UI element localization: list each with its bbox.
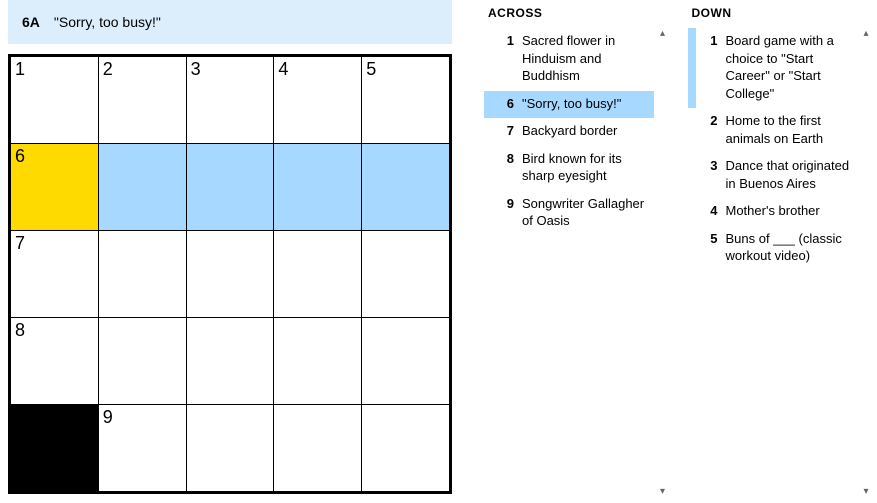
grid-cell[interactable]: 7 (11, 231, 98, 317)
grid-cell[interactable] (99, 318, 186, 404)
down-scrollbar[interactable]: ▴ ▾ (859, 28, 873, 497)
clue-number: 3 (700, 157, 718, 192)
grid-cell[interactable] (187, 318, 274, 404)
grid-cell[interactable] (362, 405, 449, 491)
current-clue-text: "Sorry, too busy!" (54, 14, 161, 30)
clue-text: Board game with a choice to "Start Caree… (726, 32, 854, 102)
clue-number: 5 (700, 230, 718, 265)
clue-number: 1 (496, 32, 514, 85)
down-header: DOWN (688, 6, 874, 20)
grid-cell[interactable] (187, 405, 274, 491)
grid-cell[interactable] (362, 318, 449, 404)
clues-panel: ACROSS 1Sacred flower in Hinduism and Bu… (460, 0, 877, 503)
cell-number: 8 (15, 320, 25, 341)
clue-number: 4 (700, 202, 718, 220)
cell-number: 4 (278, 59, 288, 80)
grid-cell[interactable]: 1 (11, 57, 98, 143)
clue-item[interactable]: 9Songwriter Gallagher of Oasis (484, 191, 654, 236)
clue-item[interactable]: 3Dance that originated in Buenos Aires (688, 153, 858, 198)
clue-number: 2 (700, 112, 718, 147)
grid-cell[interactable] (187, 144, 274, 230)
down-column: DOWN 1Board game with a choice to "Start… (688, 6, 874, 497)
grid-cell[interactable]: 9 (99, 405, 186, 491)
current-clue-label: 6A (22, 14, 40, 30)
clue-number: 8 (496, 150, 514, 185)
clue-text: Songwriter Gallagher of Oasis (522, 195, 650, 230)
clue-item[interactable]: 1Sacred flower in Hinduism and Buddhism (484, 28, 654, 91)
clue-item[interactable]: 4 Mother's brother (688, 198, 858, 226)
clue-item[interactable]: 7 Backyard border (484, 118, 654, 146)
grid-cell[interactable]: 3 (187, 57, 274, 143)
down-scroll: 1Board game with a choice to "Start Care… (688, 28, 874, 497)
across-column: ACROSS 1Sacred flower in Hinduism and Bu… (484, 6, 670, 497)
clue-text: Buns of ___ (classic workout video) (726, 230, 854, 265)
clue-text: "Sorry, too busy!" (522, 95, 650, 113)
clue-text: Sacred flower in Hinduism and Buddhism (522, 32, 650, 85)
puzzle-area: 6A "Sorry, too busy!" 1 2 3 4 5 6 7 8 9 (0, 0, 460, 503)
cell-number: 5 (366, 59, 376, 80)
scroll-down-icon[interactable]: ▾ (863, 486, 868, 497)
grid-cell (11, 405, 98, 491)
clue-item[interactable]: 6 "Sorry, too busy!" (484, 91, 654, 119)
scroll-up-icon[interactable]: ▴ (863, 28, 868, 39)
clue-number: 1 (700, 32, 718, 102)
across-header: ACROSS (484, 6, 670, 20)
grid-cell[interactable] (274, 231, 361, 317)
crossword-grid[interactable]: 1 2 3 4 5 6 7 8 9 (8, 54, 452, 494)
grid-cell[interactable]: 6 (11, 144, 98, 230)
cell-number: 9 (103, 407, 113, 428)
grid-cell[interactable]: 5 (362, 57, 449, 143)
clue-number: 9 (496, 195, 514, 230)
current-clue-bar: 6A "Sorry, too busy!" (8, 0, 452, 44)
clue-number: 7 (496, 122, 514, 140)
grid-cell[interactable]: 2 (99, 57, 186, 143)
grid-cell[interactable]: 4 (274, 57, 361, 143)
clue-number: 6 (496, 95, 514, 113)
grid-cell[interactable] (362, 231, 449, 317)
cell-number: 3 (191, 59, 201, 80)
grid-cell[interactable] (99, 144, 186, 230)
clue-item[interactable]: 2Home to the first animals on Earth (688, 108, 858, 153)
clue-text: Dance that originated in Buenos Aires (726, 157, 854, 192)
scroll-up-icon[interactable]: ▴ (660, 28, 665, 39)
grid-cell[interactable] (274, 405, 361, 491)
clue-text: Backyard border (522, 122, 650, 140)
across-list: 1Sacred flower in Hinduism and Buddhism6… (484, 28, 654, 497)
across-scrollbar[interactable]: ▴ ▾ (656, 28, 670, 497)
grid-cell[interactable]: 8 (11, 318, 98, 404)
grid-cell[interactable] (99, 231, 186, 317)
cell-number: 6 (15, 146, 25, 167)
clue-text: Bird known for its sharp eyesight (522, 150, 650, 185)
clue-text: Home to the first animals on Earth (726, 112, 854, 147)
clue-text: Mother's brother (726, 202, 854, 220)
scroll-down-icon[interactable]: ▾ (660, 486, 665, 497)
grid-cell[interactable] (274, 318, 361, 404)
cell-number: 1 (15, 59, 25, 80)
grid-cell[interactable] (362, 144, 449, 230)
clue-item[interactable]: 1Board game with a choice to "Start Care… (688, 28, 858, 108)
grid-cell[interactable] (274, 144, 361, 230)
cell-number: 7 (15, 233, 25, 254)
across-scroll: 1Sacred flower in Hinduism and Buddhism6… (484, 28, 670, 497)
grid-cell[interactable] (187, 231, 274, 317)
cell-number: 2 (103, 59, 113, 80)
clue-item[interactable]: 8Bird known for its sharp eyesight (484, 146, 654, 191)
clue-item[interactable]: 5Buns of ___ (classic workout video) (688, 226, 858, 271)
down-list: 1Board game with a choice to "Start Care… (688, 28, 858, 497)
